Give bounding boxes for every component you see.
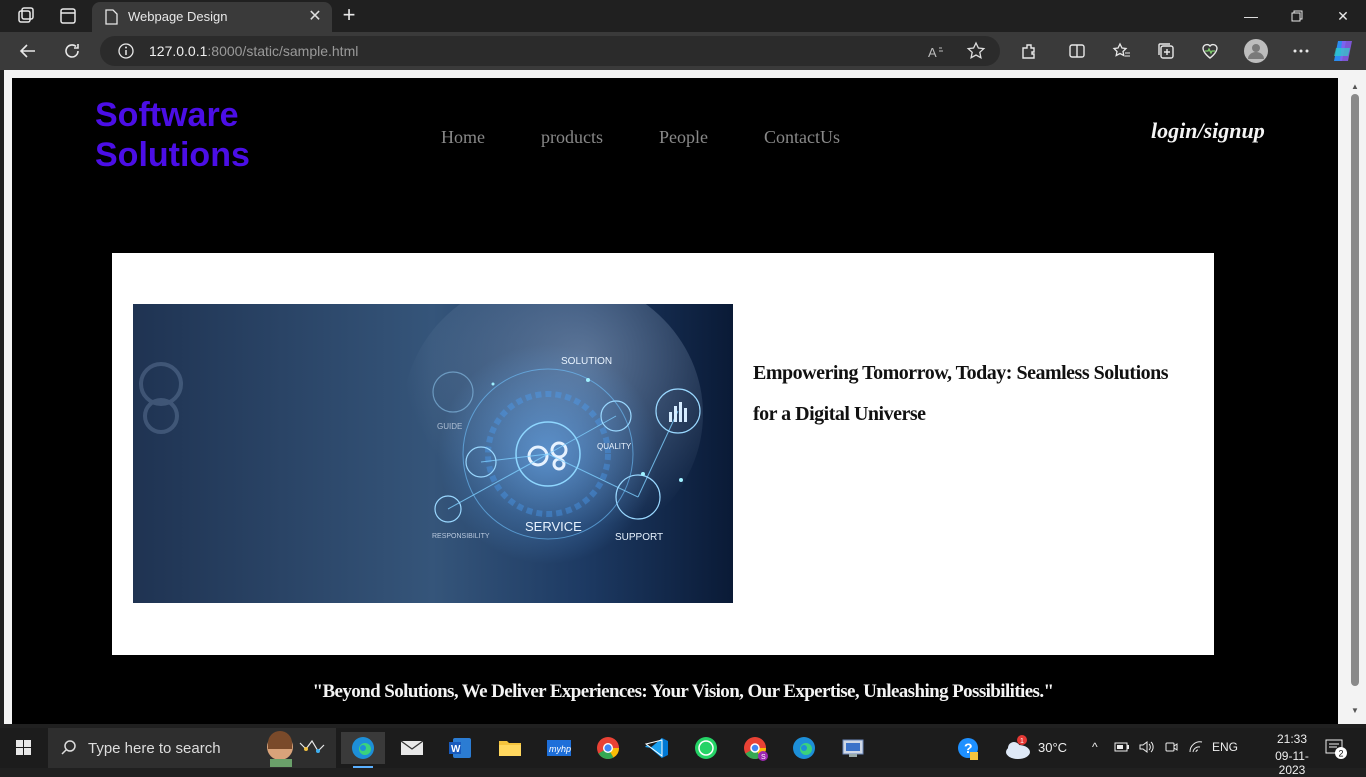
battery-icon[interactable] (1114, 740, 1130, 759)
svg-text:A: A (928, 45, 937, 60)
profile-avatar[interactable] (1244, 39, 1268, 63)
tab-webpage-design[interactable]: Webpage Design ✕ (92, 2, 332, 32)
svg-text:W: W (451, 744, 461, 755)
hero-label-support: SUPPORT (615, 532, 663, 543)
notification-center-icon[interactable]: 2 (1324, 738, 1348, 765)
url-path: :8000/static/sample.html (207, 43, 359, 59)
notification-count: 2 (1339, 749, 1344, 759)
page-scrollbar[interactable]: ▲ ▼ (1346, 78, 1366, 724)
read-aloud-icon[interactable]: A (926, 42, 946, 62)
browser-toolbar: 127.0.0.1:8000/static/sample.html A (0, 32, 1366, 70)
brand-line-1: Software (95, 96, 239, 134)
extensions-icon[interactable] (1019, 41, 1039, 61)
address-bar[interactable]: 127.0.0.1:8000/static/sample.html A (100, 36, 1000, 66)
hero-tagline: Empowering Tomorrow, Today: Seamless Sol… (753, 362, 1169, 425)
scroll-down-icon[interactable]: ▼ (1351, 706, 1359, 715)
close-tab-icon[interactable]: ✕ (306, 8, 324, 26)
taskbar-chrome-profile-icon[interactable]: S (733, 732, 777, 764)
back-icon[interactable] (18, 41, 38, 61)
hero-label-service: SERVICE (525, 519, 582, 534)
hero-image: SOLUTION GUIDE QUALITY SERVICE RESPONSIB… (133, 274, 733, 603)
clock-time[interactable]: 21:33 (1262, 732, 1322, 746)
browser-essentials-icon[interactable] (1200, 41, 1220, 61)
weather-badge: 1 (1020, 738, 1024, 745)
workspaces-icon[interactable] (16, 6, 36, 26)
footer-quote: "Beyond Solutions, We Deliver Experience… (312, 681, 1055, 702)
nav-link-people[interactable]: People (659, 127, 708, 148)
brand-logo[interactable]: Software Solutions (95, 95, 295, 175)
hero-label-guide: GUIDE (437, 422, 462, 431)
taskbar-vscode-icon[interactable] (635, 732, 679, 764)
nav-link-contactus[interactable]: ContactUs (764, 127, 840, 148)
more-options-icon[interactable] (1291, 41, 1311, 61)
brand-line-2: Solutions (95, 136, 250, 174)
nav-link-products[interactable]: products (541, 127, 603, 148)
hero-label-responsibility: RESPONSIBILITY (432, 533, 490, 540)
hero-label-quality: QUALITY (597, 442, 632, 451)
tab-actions-icon[interactable] (58, 6, 78, 26)
show-hidden-icons-chevron-icon[interactable]: ^ (1092, 740, 1098, 754)
clock-date[interactable]: 09-11-2023 (1262, 749, 1322, 777)
collections-icon[interactable] (1156, 41, 1176, 61)
taskbar-remote-desktop-icon[interactable] (831, 732, 875, 764)
restore-button[interactable] (1274, 0, 1320, 32)
search-placeholder: Type here to search (88, 740, 221, 757)
search-icon (60, 739, 78, 762)
copilot-icon[interactable] (1330, 38, 1356, 64)
browser-tab-strip: Webpage Design ✕ + — ✕ (0, 0, 1366, 32)
hero-label-solution: SOLUTION (561, 356, 612, 367)
help-icon[interactable]: ? (946, 732, 990, 764)
split-screen-icon[interactable] (1067, 41, 1087, 61)
tab-title: Webpage Design (128, 9, 228, 24)
weather-icon[interactable]: 1 (996, 732, 1040, 764)
taskbar-whatsapp-icon[interactable] (684, 732, 728, 764)
close-window-button[interactable]: ✕ (1320, 0, 1366, 32)
url-text: 127.0.0.1:8000/static/sample.html (149, 43, 358, 59)
start-button[interactable] (2, 732, 46, 764)
taskbar-edge-active[interactable] (341, 732, 385, 768)
scroll-thumb[interactable] (1351, 94, 1359, 686)
taskbar-file-explorer-icon[interactable] (488, 732, 532, 764)
hero-card: SOLUTION GUIDE QUALITY SERVICE RESPONSIB… (112, 253, 1214, 655)
url-host: 127.0.0.1 (149, 43, 208, 59)
page-icon (104, 9, 118, 25)
search-highlight-image (262, 729, 332, 767)
windows-taskbar: Type here to search W myhp S ? 1 30°C ^ … (0, 728, 1366, 777)
nav-link-home[interactable]: Home (441, 127, 485, 148)
svg-text:myhp: myhp (549, 744, 571, 754)
taskbar-edge-icon[interactable] (782, 732, 826, 764)
favorite-star-icon[interactable] (966, 41, 986, 61)
taskbar-word-icon[interactable]: W (439, 732, 483, 764)
svg-text:S: S (761, 754, 766, 761)
taskbar-search-box[interactable]: Type here to search (48, 728, 336, 768)
weather-temperature[interactable]: 30°C (1038, 740, 1067, 755)
meet-now-icon[interactable] (1164, 740, 1178, 759)
new-tab-button[interactable]: + (338, 4, 360, 27)
site-info-icon[interactable] (118, 43, 134, 59)
volume-icon[interactable] (1138, 740, 1156, 759)
scroll-up-icon[interactable]: ▲ (1351, 82, 1359, 91)
taskbar-myhp-icon[interactable]: myhp (537, 732, 581, 764)
refresh-icon[interactable] (62, 41, 82, 61)
webpage: Software Solutions Home products People … (12, 78, 1338, 724)
minimize-button[interactable]: — (1228, 0, 1274, 32)
login-signup-link[interactable]: login/signup (1151, 118, 1265, 144)
taskbar-mail-icon[interactable] (390, 732, 434, 764)
favorites-icon[interactable] (1112, 41, 1132, 61)
input-language[interactable]: ENG (1212, 740, 1238, 754)
taskbar-chrome-icon[interactable] (586, 732, 630, 764)
wifi-icon[interactable] (1188, 740, 1204, 759)
